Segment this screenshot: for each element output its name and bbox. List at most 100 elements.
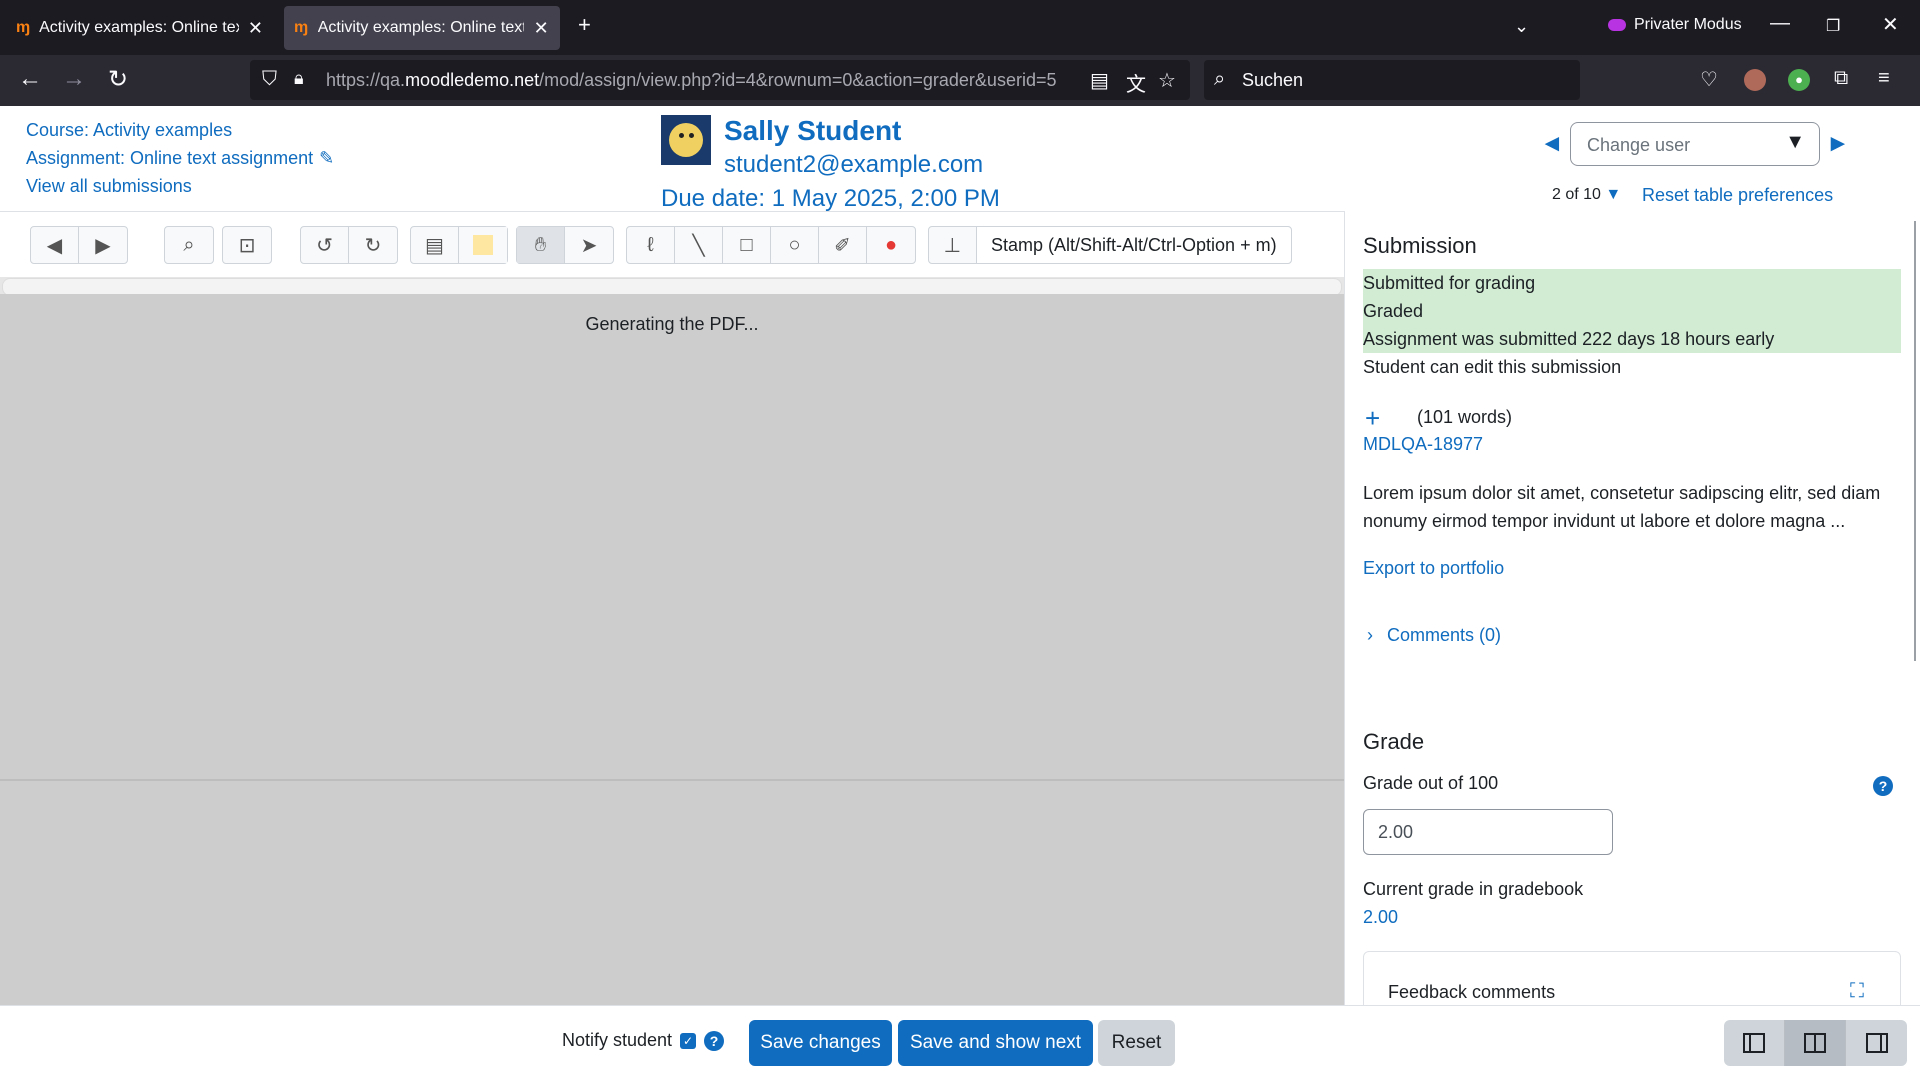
shield-icon[interactable]: ⛉ — [262, 68, 277, 91]
browser-tab[interactable]: ɱ Activity examples: Online text assignm… — [6, 6, 274, 50]
comments-toggle[interactable]: › Comments (0) — [1367, 625, 1501, 646]
line-icon[interactable]: ╲ — [675, 227, 723, 263]
lock-icon[interactable]: 🔒︎ — [294, 68, 304, 89]
browser-tab-active[interactable]: ɱ Activity examples: Online text assignm… — [284, 6, 560, 50]
course-navigation: Course: Activity examples Assignment: On… — [26, 116, 334, 200]
help-icon[interactable]: ? — [704, 1030, 725, 1051]
highlight-icon[interactable]: ✐ — [819, 227, 867, 263]
assignment-link-row: Assignment: Online text assignment ✎ — [26, 144, 334, 172]
filter-icon[interactable]: ▼ — [1605, 186, 1621, 203]
close-icon[interactable]: ✕ — [532, 18, 550, 39]
browser-nav-bar: ← → ↻ ⛉ 🔒︎ https://qa.moodledemo.net/mod… — [0, 55, 1920, 106]
private-mask-icon — [1608, 19, 1626, 31]
rotate-left-icon[interactable]: ↺ — [301, 227, 349, 263]
expand-plus-icon[interactable]: + — [1365, 403, 1380, 434]
feedback-comments-label: Feedback comments — [1388, 982, 1556, 1002]
status-timing: Assignment was submitted 222 days 18 hou… — [1363, 329, 1775, 349]
status-graded: Graded — [1363, 301, 1424, 321]
url-text[interactable]: https://qa.moodledemo.net/mod/assign/vie… — [326, 70, 1056, 91]
submission-excerpt: Lorem ipsum dolor sit amet, consetetur s… — [1363, 483, 1881, 531]
edit-pencil-icon[interactable]: ✎ — [319, 148, 334, 168]
search-bar[interactable]: ⌕ Suchen — [1204, 60, 1580, 100]
panel-scrollbar[interactable] — [1914, 221, 1916, 661]
moodle-icon: ɱ — [294, 19, 309, 36]
annotation-color-icon[interactable]: ● — [867, 227, 915, 263]
grading-action-bar: Notify student ✓ ? Save changes Save and… — [0, 1005, 1920, 1080]
pdf-editor-pane: ◀ ▶ ⌕ ⊡ ↺ ↻ ▤ ✋︎ ➤ ℓ ╲ □ ○ ✐ ● ⊥ Stamp (… — [0, 211, 1344, 1006]
reset-table-preferences-link[interactable]: Reset table preferences — [1642, 185, 1833, 206]
dropdown-caret-icon: ▼ — [1785, 131, 1805, 153]
user-name-link[interactable]: Sally Student — [724, 115, 901, 147]
back-icon[interactable]: ← — [18, 65, 42, 93]
extension-green-icon[interactable]: ● — [1788, 69, 1810, 91]
reset-button[interactable]: Reset — [1098, 1020, 1175, 1066]
pocket-icon[interactable]: ♡ — [1700, 67, 1718, 92]
grading-panel: Submission Submitted for grading Graded … — [1344, 211, 1920, 1005]
next-page-icon[interactable]: ▶ — [79, 227, 127, 263]
word-count: (101 words) — [1417, 407, 1513, 427]
translate-icon[interactable]: 文 — [1126, 68, 1146, 97]
tab-title: Activity examples: Online text assignmen… — [39, 19, 239, 36]
change-user-select[interactable]: Change user ▼ — [1570, 122, 1820, 166]
select-pointer-icon[interactable]: ➤ — [565, 227, 613, 263]
stamp-group: ⊥ Stamp (Alt/Shift-Alt/Ctrl-Option + m) — [928, 226, 1292, 264]
pen-icon[interactable]: ℓ — [627, 227, 675, 263]
annotation-toolbar: ◀ ▶ ⌕ ⊡ ↺ ↻ ▤ ✋︎ ➤ ℓ ╲ □ ○ ✐ ● ⊥ Stamp (… — [0, 212, 1344, 277]
url-bar[interactable]: ⛉ 🔒︎ https://qa.moodledemo.net/mod/assig… — [250, 60, 1190, 100]
avatar — [661, 115, 711, 165]
fullscreen-expand-icon[interactable]: ⛶ — [1850, 980, 1864, 1003]
expand-icon[interactable]: ⊡ — [223, 227, 271, 263]
previous-user-arrow-icon[interactable]: ◄ — [1540, 130, 1564, 158]
window-close-icon[interactable]: ✕ — [1882, 12, 1899, 37]
rotate-group: ↺ ↻ — [300, 226, 398, 264]
menu-hamburger-icon[interactable]: ≡ — [1878, 67, 1890, 90]
export-to-portfolio-link[interactable]: Export to portfolio — [1363, 558, 1504, 579]
tab-list-chevron-icon[interactable]: ⌄ — [1514, 16, 1529, 37]
grade-input[interactable] — [1363, 809, 1613, 855]
assignment-link[interactable]: Assignment: Online text assignment — [26, 148, 313, 168]
tab-title: Activity examples: Online text assignmen… — [317, 19, 525, 36]
save-changes-button[interactable]: Save changes — [749, 1020, 892, 1066]
stamp-icon[interactable]: ⊥ — [929, 227, 977, 263]
new-tab-icon[interactable]: + — [578, 12, 591, 38]
account-avatar-icon[interactable] — [1744, 69, 1766, 91]
browser-tab-bar: ɱ Activity examples: Online text assignm… — [0, 0, 1920, 55]
oval-icon[interactable]: ○ — [771, 227, 819, 263]
reader-view-icon[interactable]: ▤ — [1090, 68, 1109, 93]
search-comments-icon[interactable]: ⌕ — [165, 227, 213, 263]
minimize-icon[interactable]: — — [1770, 12, 1790, 35]
help-icon[interactable]: ? — [1873, 776, 1893, 796]
pdf-page-area: Generating the PDF... — [0, 294, 1344, 779]
expand-group: ⊡ — [222, 226, 272, 264]
next-user-arrow-icon[interactable]: ► — [1826, 130, 1850, 158]
comment-color-swatch[interactable] — [459, 227, 507, 263]
forward-icon[interactable]: → — [62, 65, 86, 93]
rotate-right-icon[interactable]: ↻ — [349, 227, 397, 263]
select-group: ✋︎ ➤ — [516, 226, 614, 264]
current-grade-link[interactable]: 2.00 — [1363, 907, 1398, 928]
bookmark-star-icon[interactable]: ☆ — [1158, 68, 1176, 93]
save-and-show-next-button[interactable]: Save and show next — [898, 1020, 1093, 1066]
submission-title-link[interactable]: MDLQA-18977 — [1363, 434, 1483, 455]
course-link[interactable]: Course: Activity examples — [26, 116, 334, 144]
extensions-puzzle-icon[interactable]: ⧉ — [1834, 67, 1848, 90]
grade-out-label: Grade out of 100 — [1363, 773, 1499, 793]
due-date: Due date: 1 May 2025, 2:00 PM — [661, 185, 1000, 212]
panel-right-icon — [1865, 1033, 1888, 1053]
close-icon[interactable]: ✕ — [247, 18, 264, 39]
pdf-lower-area — [0, 779, 1344, 1006]
layout-collapse-review-button[interactable] — [1724, 1020, 1785, 1066]
stamp-picker[interactable]: Stamp (Alt/Shift-Alt/Ctrl-Option + m) — [977, 227, 1291, 263]
view-all-submissions-link[interactable]: View all submissions — [26, 172, 334, 200]
private-mode-indicator: Privater Modus — [1608, 16, 1742, 34]
restore-icon[interactable]: ❐ — [1826, 16, 1840, 36]
layout-collapse-grade-button[interactable] — [1846, 1020, 1907, 1066]
comment-icon[interactable]: ▤ — [411, 227, 459, 263]
layout-default-button[interactable] — [1785, 1020, 1846, 1066]
reload-icon[interactable]: ↻ — [108, 65, 128, 94]
rectangle-icon[interactable]: □ — [723, 227, 771, 263]
search-placeholder: Suchen — [1242, 70, 1304, 90]
pan-hand-icon[interactable]: ✋︎ — [517, 227, 565, 263]
previous-page-icon[interactable]: ◀ — [31, 227, 79, 263]
notify-student-checkbox[interactable]: ✓ — [680, 1032, 697, 1049]
